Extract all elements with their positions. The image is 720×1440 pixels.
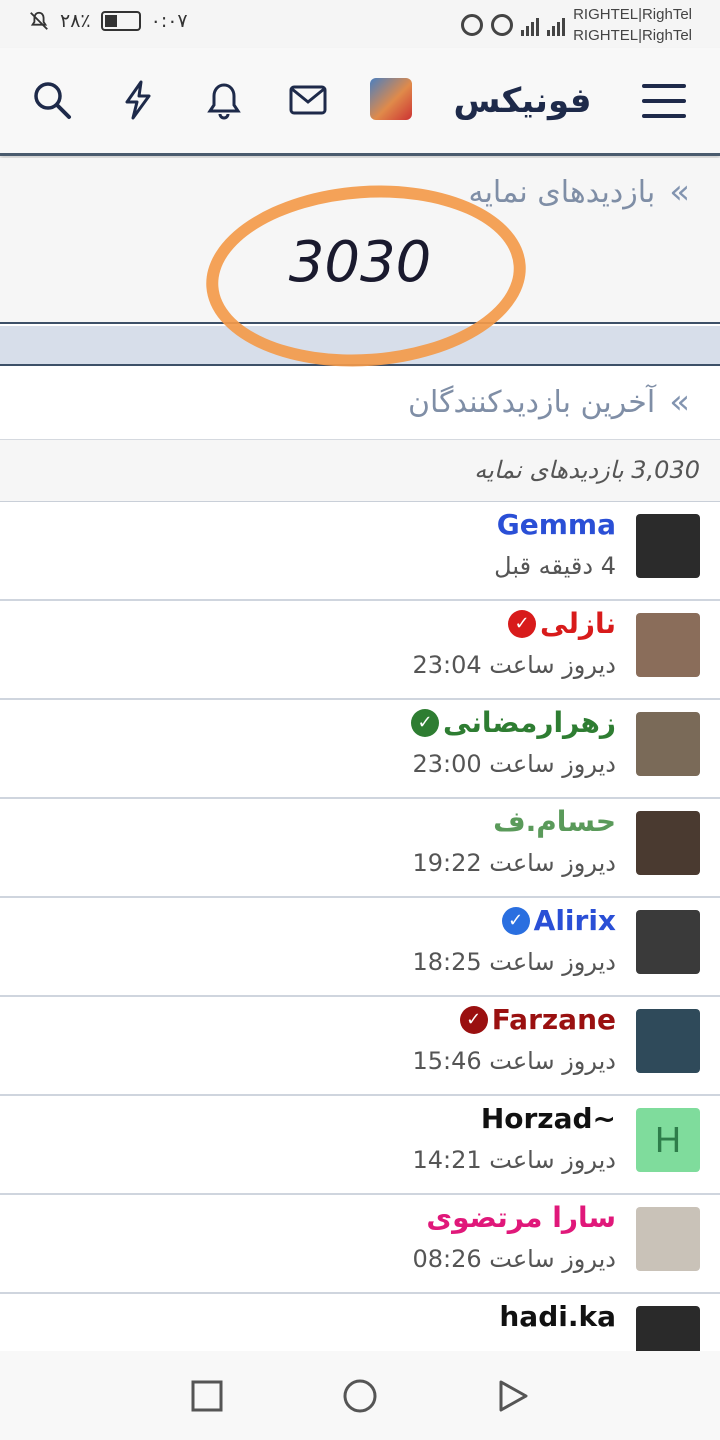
visitor-name-text: hadi.ka bbox=[499, 1300, 616, 1333]
battery-level: ۲۸٪ bbox=[60, 10, 91, 32]
visitor-row[interactable]: hadi.ka bbox=[0, 1294, 720, 1351]
visitor-row[interactable]: Farzane ✓ دیروز ساعت 15:46 bbox=[0, 997, 720, 1096]
visitor-name-text: Farzane bbox=[491, 1003, 616, 1036]
visitor-name[interactable]: ~Horzad bbox=[481, 1102, 616, 1135]
visitor-avatar[interactable] bbox=[636, 712, 700, 776]
menu-icon[interactable] bbox=[642, 84, 686, 118]
visitor-name[interactable]: hadi.ka bbox=[499, 1300, 616, 1333]
profile-views-label: بازدیدهای نمایه bbox=[468, 174, 656, 210]
mail-icon[interactable] bbox=[286, 78, 330, 122]
visitors-summary: 3,030 بازدیدهای نمایه bbox=[0, 440, 720, 502]
app-notification-icon bbox=[461, 14, 484, 36]
visitor-avatar[interactable]: H bbox=[636, 1108, 700, 1172]
main-content: » بازدیدهای نمایه 3030 » آخرین بازدیدکنن… bbox=[0, 158, 720, 1351]
visitor-name[interactable]: Gemma bbox=[497, 508, 616, 541]
visitor-list: Gemma 4 دقیقه قبل نازلی ✓ دیروز ساعت 23:04 زه… bbox=[0, 502, 720, 1351]
visitor-avatar[interactable] bbox=[636, 910, 700, 974]
visitor-name[interactable]: سارا مرتضوی bbox=[426, 1201, 616, 1234]
status-bar: ۰:۰۷ ۲۸٪ RIGHTEL|RighTel RIGHTEL|RighTel bbox=[0, 0, 720, 48]
profile-views-title[interactable]: » بازدیدهای نمایه bbox=[469, 172, 720, 212]
profile-views-count: 3030 bbox=[288, 230, 432, 295]
visitor-name-text: ~Horzad bbox=[480, 1102, 616, 1135]
visit-time: دیروز ساعت 15:46 bbox=[412, 1047, 616, 1075]
carrier-2: RIGHTEL|RighTel bbox=[573, 27, 692, 44]
visitor-row[interactable]: نازلی ✓ دیروز ساعت 23:04 bbox=[0, 601, 720, 700]
visit-time: دیروز ساعت 19:22 bbox=[412, 849, 616, 877]
visitor-row[interactable]: H ~Horzad دیروز ساعت 14:21 bbox=[0, 1096, 720, 1195]
profile-views-block: » بازدیدهای نمایه 3030 bbox=[0, 158, 720, 324]
verified-badge-icon: ✓ bbox=[501, 906, 530, 935]
back-icon[interactable] bbox=[496, 1379, 530, 1413]
visit-time: 4 دقیقه قبل bbox=[494, 552, 616, 580]
visitor-avatar[interactable] bbox=[636, 613, 700, 677]
lightning-icon[interactable] bbox=[116, 78, 160, 122]
visitor-avatar[interactable] bbox=[636, 811, 700, 875]
home-icon[interactable] bbox=[343, 1379, 377, 1413]
recents-icon[interactable] bbox=[190, 1379, 224, 1413]
status-right: RIGHTEL|RighTel RIGHTEL|RighTel bbox=[461, 4, 692, 46]
app-header: فونیکس bbox=[0, 48, 720, 156]
visit-time: دیروز ساعت 23:04 bbox=[412, 651, 616, 679]
visitor-name[interactable]: Alirix ✓ bbox=[501, 904, 616, 937]
visitor-row[interactable]: Alirix ✓ دیروز ساعت 18:25 bbox=[0, 898, 720, 997]
visit-time: دیروز ساعت 14:21 bbox=[412, 1146, 616, 1174]
system-nav-bar bbox=[0, 1351, 720, 1440]
visitor-row[interactable]: حسام.ف دیروز ساعت 19:22 bbox=[0, 799, 720, 898]
user-avatar[interactable] bbox=[370, 78, 412, 120]
visitor-avatar[interactable] bbox=[636, 1207, 700, 1271]
visitor-name-text: نازلی bbox=[540, 607, 616, 640]
visitor-name-text: حسام.ف bbox=[493, 805, 616, 838]
search-icon[interactable] bbox=[30, 78, 74, 122]
separator-band bbox=[0, 326, 720, 366]
status-left: ۰:۰۷ ۲۸٪ bbox=[28, 10, 188, 32]
bell-icon[interactable] bbox=[202, 78, 246, 122]
site-logo[interactable]: فونیکس bbox=[440, 76, 605, 126]
visitor-name[interactable]: نازلی ✓ bbox=[508, 607, 616, 640]
visitor-name-text: سارا مرتضوی bbox=[426, 1201, 616, 1234]
visitor-row[interactable]: زهرارمضانی ✓ دیروز ساعت 23:00 bbox=[0, 700, 720, 799]
visitor-avatar[interactable] bbox=[636, 514, 700, 578]
carrier-1: RIGHTEL|RighTel bbox=[573, 6, 692, 23]
signal-icon-2 bbox=[547, 14, 566, 36]
status-time: ۰:۰۷ bbox=[150, 10, 188, 32]
visitor-avatar[interactable] bbox=[636, 1306, 700, 1351]
visitor-name[interactable]: زهرارمضانی ✓ bbox=[411, 706, 616, 739]
chevron-double-right-icon: » bbox=[669, 382, 690, 422]
verified-badge-icon: ✓ bbox=[411, 708, 440, 737]
record-icon bbox=[491, 14, 514, 36]
last-visitors-header: » آخرین بازدیدکنندگان bbox=[0, 368, 720, 440]
visitor-name[interactable]: حسام.ف bbox=[493, 805, 616, 838]
visitor-name-text: Gemma bbox=[496, 508, 616, 541]
chevron-double-right-icon: » bbox=[669, 172, 690, 212]
visitor-name[interactable]: Farzane ✓ bbox=[459, 1003, 616, 1036]
visitor-row[interactable]: Gemma 4 دقیقه قبل bbox=[0, 502, 720, 601]
last-visitors-label: آخرین بازدیدکنندگان bbox=[408, 384, 656, 420]
visitor-name-text: Alirix bbox=[533, 904, 616, 937]
verified-badge-icon: ✓ bbox=[459, 1005, 488, 1034]
battery-icon bbox=[100, 11, 141, 31]
visit-time: دیروز ساعت 23:00 bbox=[412, 750, 616, 778]
visit-time: دیروز ساعت 18:25 bbox=[412, 948, 616, 976]
verified-badge-icon: ✓ bbox=[508, 609, 536, 638]
carrier-labels: RIGHTEL|RighTel RIGHTEL|RighTel bbox=[573, 4, 692, 46]
last-visitors-title[interactable]: » آخرین بازدیدکنندگان bbox=[408, 382, 720, 422]
visitor-row[interactable]: سارا مرتضوی دیروز ساعت 08:26 bbox=[0, 1195, 720, 1294]
mute-bell-icon bbox=[30, 11, 48, 30]
visitor-avatar[interactable] bbox=[636, 1009, 700, 1073]
visit-time: دیروز ساعت 08:26 bbox=[412, 1245, 616, 1273]
visitor-name-text: زهرارمضانی bbox=[443, 706, 616, 739]
signal-icon-1 bbox=[521, 14, 540, 36]
